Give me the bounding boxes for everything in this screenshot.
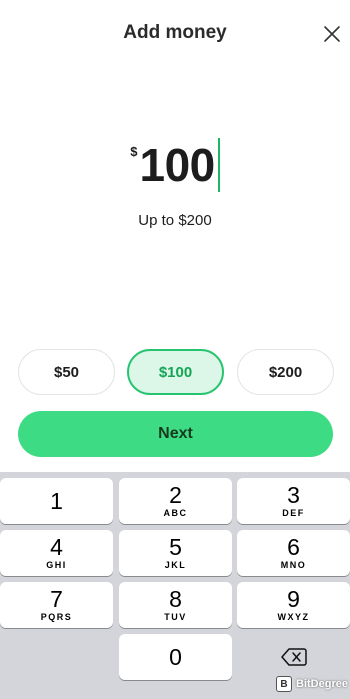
key-letters: ABC: [163, 508, 188, 518]
key-number: 0: [169, 644, 182, 670]
preset-200-button[interactable]: $200: [237, 349, 334, 395]
key-6[interactable]: 6 MNO: [237, 530, 350, 576]
key-number: 3: [287, 482, 300, 508]
key-2[interactable]: 2 ABC: [119, 478, 232, 524]
amount-value: 100: [139, 139, 215, 191]
amount-display[interactable]: $ 100: [0, 138, 350, 196]
key-7[interactable]: 7 PQRS: [0, 582, 113, 628]
key-number: 9: [287, 586, 300, 612]
key-number: 6: [287, 534, 300, 560]
key-letters: GHI: [46, 560, 67, 570]
bitdegree-logo-icon: B: [276, 676, 292, 692]
key-number: 7: [50, 586, 63, 612]
key-number: 4: [50, 534, 63, 560]
key-1[interactable]: 1: [0, 478, 113, 524]
key-number: 2: [169, 482, 182, 508]
watermark: B BitDegree: [276, 674, 348, 694]
key-number: 8: [169, 586, 182, 612]
page-title: Add money: [123, 22, 227, 43]
numeric-keypad: 1 2 ABC 3 DEF 4 GHI 5 JKL 6 MNO 7 PQRS 8…: [0, 472, 350, 699]
amount-limit-text: Up to $200: [138, 212, 212, 229]
key-8[interactable]: 8 TUV: [119, 582, 232, 628]
key-0[interactable]: 0: [119, 634, 232, 680]
preset-50-button[interactable]: $50: [18, 349, 115, 395]
key-number: 1: [50, 488, 63, 514]
next-button[interactable]: Next: [18, 411, 333, 457]
key-letters: TUV: [164, 612, 187, 622]
key-letters: JKL: [164, 560, 187, 570]
key-letters: DEF: [282, 508, 305, 518]
key-5[interactable]: 5 JKL: [119, 530, 232, 576]
key-letters: PQRS: [40, 612, 73, 622]
watermark-text: BitDegree: [296, 678, 348, 690]
key-9[interactable]: 9 WXYZ: [237, 582, 350, 628]
header: Add money: [0, 0, 350, 68]
key-4[interactable]: 4 GHI: [0, 530, 113, 576]
key-number: 5: [169, 534, 182, 560]
key-3[interactable]: 3 DEF: [237, 478, 350, 524]
close-icon[interactable]: [321, 23, 343, 45]
preset-100-button[interactable]: $100: [127, 349, 224, 395]
text-cursor: [217, 138, 220, 192]
key-letters: MNO: [280, 560, 307, 570]
key-letters: WXYZ: [277, 612, 310, 622]
currency-symbol: $: [130, 144, 138, 159]
backspace-icon: [280, 648, 307, 666]
preset-amounts: $50 $100 $200: [18, 349, 334, 395]
